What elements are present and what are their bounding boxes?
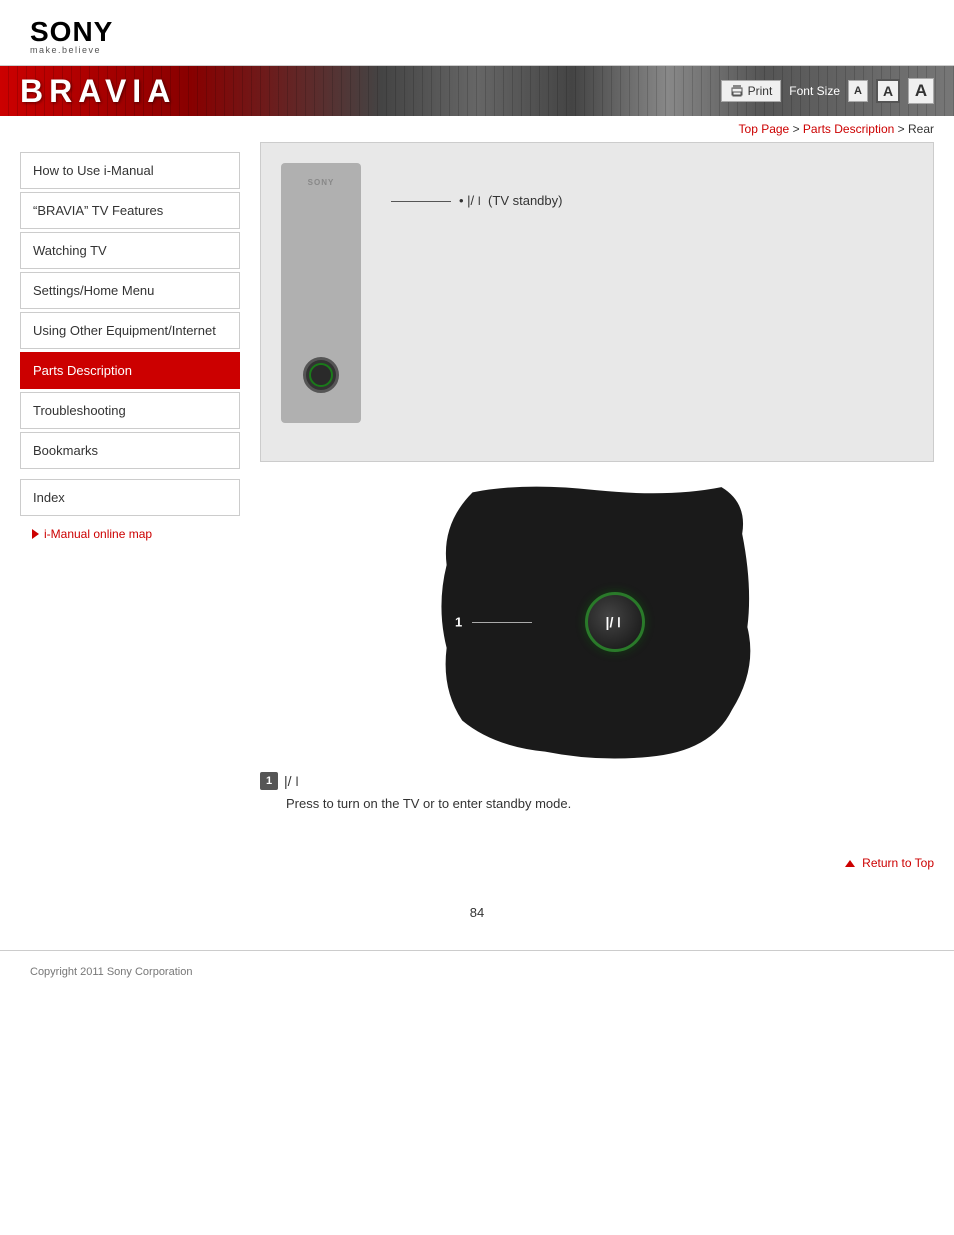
print-button[interactable]: Print — [721, 80, 782, 102]
return-top-label: Return to Top — [862, 856, 934, 870]
tv-power-inner — [309, 363, 333, 387]
main-layout: How to Use i-Manual “BRAVIA” TV Features… — [0, 142, 954, 895]
breadcrumb-sep2: > — [898, 122, 908, 136]
sony-logo: SONY make.believe — [30, 18, 924, 55]
detail-callout-line — [472, 622, 532, 623]
desc-power-symbol: |/⏽ — [284, 773, 303, 790]
page-footer: Copyright 2011 Sony Corporation — [0, 950, 954, 993]
bravia-title: BRAVIA — [20, 73, 176, 110]
desc-header: 1 |/⏽ — [260, 772, 934, 790]
breadcrumb-top-page[interactable]: Top Page — [739, 122, 790, 136]
callout-line-standby: • |/⏽ (TV standby) — [391, 193, 562, 209]
page-number: 84 — [0, 895, 954, 930]
sidebar-item-bravia-features[interactable]: “BRAVIA” TV Features — [20, 192, 240, 229]
print-label: Print — [748, 84, 773, 98]
desc-number: 1 — [260, 772, 278, 790]
sony-tagline: make.believe — [30, 46, 924, 55]
font-medium-button[interactable]: A — [876, 79, 900, 103]
page-header: SONY make.believe — [0, 0, 954, 66]
print-icon — [730, 84, 744, 98]
detail-power-button: |/⏽ — [585, 592, 645, 652]
breadcrumb-sep1: > — [793, 122, 803, 136]
sony-text: SONY — [30, 18, 924, 46]
bravia-banner: BRAVIA Print Font Size A A A — [0, 66, 954, 116]
sidebar-item-how-to-use[interactable]: How to Use i-Manual — [20, 152, 240, 189]
sidebar-item-settings-home[interactable]: Settings/Home Menu — [20, 272, 240, 309]
breadcrumb: Top Page > Parts Description > Rear — [0, 116, 954, 142]
right-panel: SONY • |/⏽ (TV standby) — [240, 142, 954, 895]
sidebar-online-map-label: i-Manual online map — [44, 527, 152, 541]
sidebar-online-map-link[interactable]: i-Manual online map — [20, 519, 240, 549]
return-to-top: Return to Top — [260, 841, 934, 875]
return-top-link[interactable]: Return to Top — [845, 856, 934, 870]
detail-section: 1 |/⏽ 1 |/⏽ Press to turn on the TV or t… — [260, 482, 934, 821]
tv-power-button — [303, 357, 339, 393]
diagram-callout: • |/⏽ (TV standby) — [391, 163, 562, 209]
triangle-up-icon — [845, 860, 855, 867]
tv-diagram: SONY • |/⏽ (TV standby) — [260, 142, 934, 462]
sidebar-item-index[interactable]: Index — [20, 479, 240, 516]
line-connector — [391, 201, 451, 202]
sidebar-item-watching-tv[interactable]: Watching TV — [20, 232, 240, 269]
sidebar-item-parts-description[interactable]: Parts Description — [20, 352, 240, 389]
copyright-text: Copyright 2011 Sony Corporation — [30, 966, 192, 978]
description-section: 1 |/⏽ Press to turn on the TV or to ente… — [260, 762, 934, 821]
banner-controls: Print Font Size A A A — [721, 78, 934, 104]
detail-power-symbol: |/⏽ — [606, 614, 625, 631]
sidebar-item-using-other[interactable]: Using Other Equipment/Internet — [20, 312, 240, 349]
sidebar-item-troubleshooting[interactable]: Troubleshooting — [20, 392, 240, 429]
arrow-icon — [32, 529, 39, 539]
breadcrumb-parts-description[interactable]: Parts Description — [803, 122, 894, 136]
detail-image: 1 |/⏽ — [437, 482, 757, 762]
callout-standby-label: • |/⏽ (TV standby) — [459, 193, 562, 209]
font-small-button[interactable]: A — [848, 80, 868, 102]
breadcrumb-current: Rear — [908, 122, 934, 136]
sidebar: How to Use i-Manual “BRAVIA” TV Features… — [0, 142, 240, 895]
tv-sony-label: SONY — [308, 178, 335, 187]
font-size-label: Font Size — [789, 84, 840, 98]
content-area: SONY • |/⏽ (TV standby) — [240, 142, 954, 895]
sidebar-item-bookmarks[interactable]: Bookmarks — [20, 432, 240, 469]
tv-body: SONY — [281, 163, 361, 423]
desc-text: Press to turn on the TV or to enter stan… — [260, 796, 934, 811]
detail-callout-number: 1 — [455, 615, 462, 630]
font-large-button[interactable]: A — [908, 78, 934, 104]
